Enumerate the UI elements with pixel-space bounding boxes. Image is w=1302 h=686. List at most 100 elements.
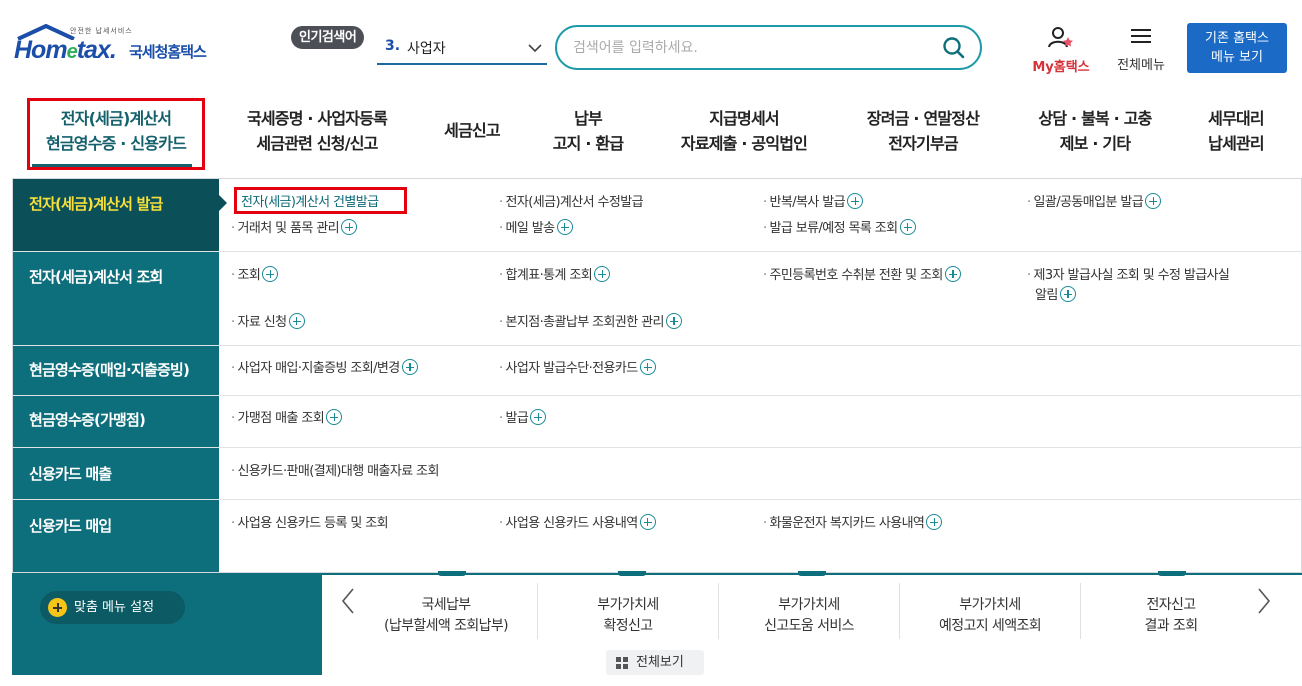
plus-icon[interactable] [262, 266, 279, 282]
link-card-sales-data[interactable]: · 신용카드·판매(결제)대행 매출자료 조회 [231, 462, 439, 481]
quick-icon-peek [1158, 571, 1186, 576]
active-menu-underline [32, 164, 192, 167]
plus-icon[interactable] [341, 219, 358, 235]
mega-category-card-purchase[interactable]: 신용카드 매입 [13, 500, 219, 572]
link-partner-management[interactable]: · 거래처 및 품목 관리 [231, 219, 358, 238]
old-menu-line1: 기존 홈택스 [1205, 31, 1269, 46]
plus-icon[interactable] [1059, 286, 1076, 302]
plus-icon[interactable] [847, 193, 864, 209]
mega-menu-panel: 전자(세금)계산서 발급 전자(세금)계산서 건별발급 · 전자(세금)계산서 수… [12, 178, 1302, 573]
quick-item-tax-payment[interactable]: 국세납부 (납부할세액 조회납부) [356, 595, 536, 637]
link-amend-issue[interactable]: · 전자(세금)계산서 수정발급 [499, 193, 644, 212]
old-menu-line2: 메뉴 보기 [1211, 50, 1263, 65]
quick-icon-peek [438, 571, 466, 576]
my-hometax-label: My홈택스 [1032, 60, 1090, 75]
quick-icon-peek [618, 571, 646, 576]
link-third-party-issue[interactable]: · 제3자 발급사실 조회 및 수정 발급사실 [1027, 266, 1230, 285]
link-repeat-issue[interactable]: · 반복/복사 발급 [763, 193, 864, 212]
quick-icon-peek [798, 571, 826, 576]
link-business-card[interactable]: · 사업자 발급수단·전용카드 [499, 359, 656, 378]
mega-category-cash-receipt-merchant[interactable]: 현금영수증(가맹점) [13, 396, 219, 447]
quick-menu-area: 맞춤 메뉴 설정 국세납부 (납부할세액 조회납부) 부가가치세 확정신고 부가가치… [12, 571, 1302, 675]
plus-icon[interactable] [1145, 193, 1162, 209]
link-business-purchase[interactable]: · 사업자 매입·지출증빙 조회/변경 [231, 359, 418, 378]
plus-icon[interactable] [944, 266, 961, 282]
link-hold-list[interactable]: · 발급 보류/예정 목록 조회 [763, 219, 916, 238]
link-inquiry[interactable]: · 조회 [231, 266, 279, 285]
link-cash-receipt-issue[interactable]: · 발급 [499, 409, 547, 428]
popular-search-rank: 3. [385, 38, 401, 54]
quick-item-e-filing-result[interactable]: 전자신고 결과 조회 [1081, 595, 1261, 637]
logo-korean-name: 국세청홈택스 [129, 43, 207, 61]
plus-icon[interactable] [530, 409, 547, 425]
link-business-card-register[interactable]: · 사업용 신용카드 등록 및 조회 [231, 514, 389, 533]
link-rrn-convert[interactable]: · 주민등록번호 수취분 전환 및 조회 [763, 266, 961, 285]
link-merchant-sales[interactable]: · 가맹점 매출 조회 [231, 409, 343, 428]
gnb-item-withholding[interactable]: 지급명세서 자료제출 · 공익법인 [658, 106, 830, 156]
grid-icon [616, 657, 628, 669]
link-summary-stats[interactable]: · 합계표·통계 조회 [499, 266, 611, 285]
mega-row-inquiry: 전자(세금)계산서 조회 · 조회 · 합계표·통계 조회 · 주민등록번호 수취분 … [13, 252, 1301, 346]
gnb-item-tax-agent[interactable]: 세무대리 납세관리 [1190, 106, 1282, 156]
gnb-item-tax-report[interactable]: 세금신고 [426, 118, 518, 143]
plus-icon[interactable] [594, 266, 611, 282]
mega-row-cash-receipt-purchase: 현금영수증(매입·지출증빙) · 사업자 매입·지출증빙 조회/변경 · 사업자 발… [13, 346, 1301, 396]
mega-category-card-sales[interactable]: 신용카드 매출 [13, 448, 219, 499]
plus-circle-icon [48, 598, 67, 617]
quick-item-vat-final[interactable]: 부가가치세 확정신고 [538, 595, 718, 637]
link-third-party-alert[interactable]: 알림 [1035, 286, 1076, 305]
logo-tagline: 안전한 납세서비스 [70, 27, 133, 35]
plus-icon[interactable] [639, 359, 656, 375]
search-input[interactable] [573, 37, 933, 59]
plus-icon[interactable] [639, 514, 656, 530]
popular-search-select[interactable]: 3. 사업자 [377, 33, 547, 65]
hamburger-menu-icon [1131, 29, 1151, 43]
plus-icon[interactable] [326, 409, 343, 425]
all-menu-label: 전체메뉴 [1117, 58, 1165, 73]
mega-row-issue: 전자(세금)계산서 발급 전자(세금)계산서 건별발급 · 전자(세금)계산서 수… [13, 179, 1301, 252]
hometax-page: 안전한 납세서비스 Hometax. 국세청홈택스 인기검색어 3. 사업자 M… [0, 0, 1302, 686]
search-box [555, 25, 982, 70]
link-mail-send[interactable]: · 메일 발송 [499, 219, 573, 238]
mega-row-card-purchase: 신용카드 매입 · 사업용 신용카드 등록 및 조회 · 사업용 신용카드 사용내역… [13, 500, 1301, 572]
global-navigation: 전자(세금)계산서 현금영수증 · 신용카드 국세증명 · 사업자등록 세금관련 신… [0, 96, 1302, 176]
link-cargo-welfare-card[interactable]: · 화물운전자 복지카드 사용내역 [763, 514, 943, 533]
popular-search-badge: 인기검색어 [291, 26, 365, 49]
link-data-request[interactable]: · 자료 신청 [231, 313, 305, 332]
link-branch-permission[interactable]: · 본지점·총괄납부 조회권한 관리 [499, 313, 682, 332]
plus-icon[interactable] [665, 313, 682, 329]
link-single-issue[interactable]: 전자(세금)계산서 건별발급 [241, 193, 379, 212]
all-menu-button[interactable]: 전체메뉴 [1110, 26, 1172, 73]
plus-icon[interactable] [556, 219, 573, 235]
search-icon[interactable] [942, 36, 966, 60]
quick-item-vat-notice[interactable]: 부가가치세 예정고지 세액조회 [900, 595, 1080, 637]
hometax-logo[interactable]: 안전한 납세서비스 Hometax. 국세청홈택스 [14, 24, 234, 74]
plus-icon[interactable] [926, 514, 943, 530]
mega-category-cash-receipt-purchase[interactable]: 현금영수증(매입·지출증빙) [13, 346, 219, 395]
quick-item-vat-help[interactable]: 부가가치세 신고도움 서비스 [719, 595, 899, 637]
gnb-item-consult[interactable]: 상담 · 불복 · 고충 제보 · 기타 [1016, 106, 1174, 156]
gnb-item-incentive[interactable]: 장려금 · 연말정산 전자기부금 [846, 106, 1000, 156]
mega-row-cash-receipt-merchant: 현금영수증(가맹점) · 가맹점 매출 조회 · 발급 [13, 396, 1301, 448]
chevron-down-icon [528, 44, 542, 53]
gnb-item-certificate[interactable]: 국세증명 · 사업자등록 세금관련 신청/신고 [226, 106, 408, 156]
gnb-item-e-invoice[interactable]: 전자(세금)계산서 현금영수증 · 신용카드 [30, 106, 202, 156]
mega-category-issue[interactable]: 전자(세금)계산서 발급 [13, 179, 227, 251]
view-all-button[interactable]: 전체보기 [606, 650, 704, 675]
user-icon [1048, 27, 1073, 48]
old-hometax-menu-button[interactable]: 기존 홈택스 메뉴 보기 [1187, 23, 1287, 73]
gnb-item-payment[interactable]: 납부 고지 · 환급 [536, 106, 640, 156]
mega-row-card-sales: 신용카드 매출 · 신용카드·판매(결제)대행 매출자료 조회 [13, 448, 1301, 500]
mega-category-inquiry[interactable]: 전자(세금)계산서 조회 [13, 252, 219, 345]
custom-menu-button[interactable]: 맞춤 메뉴 설정 [40, 591, 185, 624]
plus-icon[interactable] [401, 359, 418, 375]
logo-wordmark: Hometax. [14, 36, 117, 64]
custom-menu-panel: 맞춤 메뉴 설정 [12, 575, 322, 675]
link-bulk-issue[interactable]: · 일괄/공동매입분 발급 [1027, 193, 1162, 212]
popular-search-word: 사업자 [407, 41, 446, 57]
my-hometax-button[interactable]: My홈택스 [1024, 26, 1098, 75]
chevron-left-icon[interactable] [340, 587, 356, 615]
plus-icon[interactable] [288, 313, 305, 329]
link-business-card-usage[interactable]: · 사업용 신용카드 사용내역 [499, 514, 656, 533]
plus-icon[interactable] [899, 219, 916, 235]
